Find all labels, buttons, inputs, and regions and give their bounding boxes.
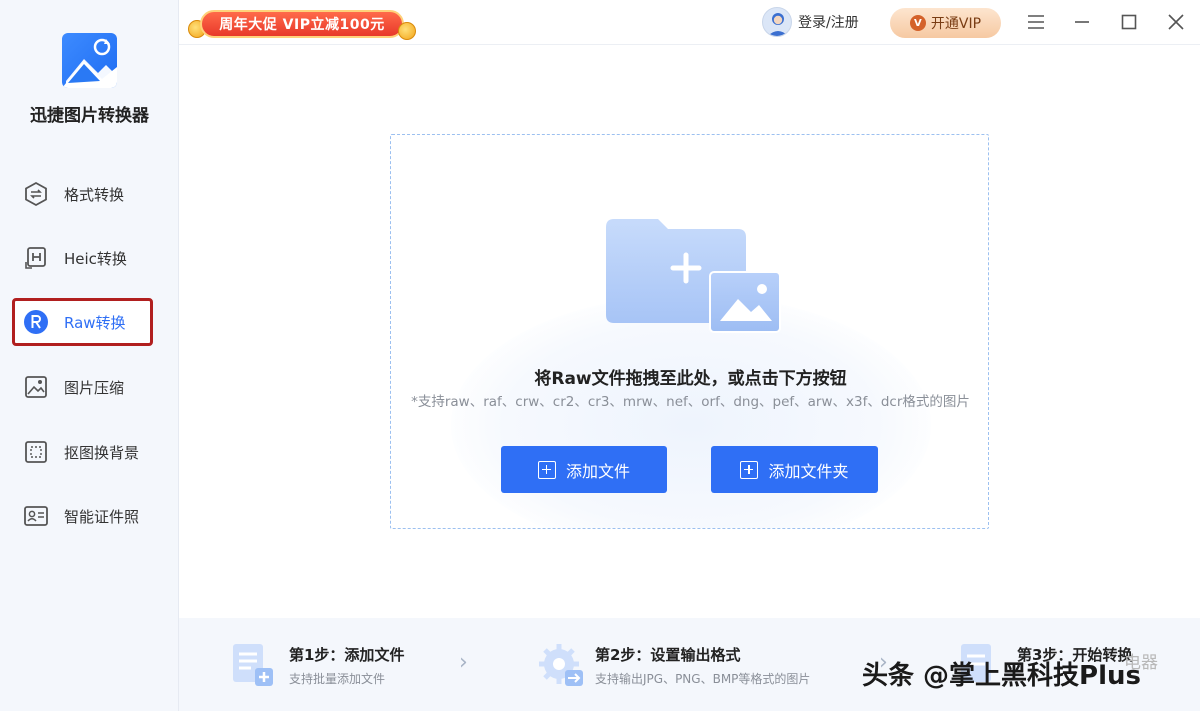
vip-button[interactable]: V 开通VIP: [890, 8, 1001, 38]
app-logo-icon: [62, 33, 117, 88]
step-1-title: 第1步：添加文件: [289, 646, 405, 664]
sidebar-item-label: 抠图换背景: [64, 443, 140, 462]
step-1-desc: 支持批量添加文件: [289, 672, 386, 686]
drop-zone[interactable]: 将Raw文件拖拽至此处，或点击下方按钮 *支持raw、raf、crw、cr2、c…: [390, 134, 989, 529]
vip-gem-icon: V: [909, 15, 926, 31]
sidebar-item-label: 智能证件照: [64, 507, 140, 526]
heic-icon: [22, 244, 50, 272]
sidebar-item-label: 图片压缩: [64, 378, 125, 397]
step-2: 第2步：设置输出格式 支持输出JPG、PNG、BMP等格式的图片: [537, 618, 847, 711]
sidebar-item-heic[interactable]: Heic转换: [12, 234, 168, 282]
step-1: 第1步：添加文件 支持批量添加文件: [231, 618, 491, 711]
promo-label: 周年大促 VIP立减100元: [200, 10, 404, 38]
add-file-button[interactable]: 添加文件: [501, 446, 667, 493]
step-2-desc: 支持输出JPG、PNG、BMP等格式的图片: [595, 672, 811, 686]
sidebar-item-format-convert[interactable]: 格式转换: [12, 170, 168, 218]
step-2-title: 第2步：设置输出格式: [595, 646, 741, 664]
login-button[interactable]: 登录/注册: [762, 7, 859, 37]
sidebar-item-label: Heic转换: [64, 249, 127, 268]
id-photo-icon: [22, 502, 50, 530]
sidebar-item-image-compress[interactable]: 图片压缩: [12, 363, 168, 411]
drop-zone-title: 将Raw文件拖拽至此处，或点击下方按钮: [534, 369, 847, 389]
watermark-text: 头条 @掌上黑科技Plus: [862, 661, 1142, 691]
settings-step-icon: [537, 642, 585, 692]
sidebar-item-id-photo[interactable]: 智能证件照: [12, 492, 168, 540]
vip-label: 开通VIP: [930, 16, 982, 32]
add-folder-button[interactable]: 添加文件夹: [711, 446, 878, 493]
maximize-icon[interactable]: [1118, 11, 1140, 33]
close-icon[interactable]: [1165, 11, 1187, 33]
sidebar-item-cutout[interactable]: 抠图换背景: [12, 428, 168, 476]
supported-formats-text: *支持raw、raf、crw、cr2、cr3、mrw、nef、orf、dng、p…: [411, 394, 970, 410]
coin-icon: [398, 22, 416, 40]
menu-icon[interactable]: [1025, 11, 1047, 33]
promo-banner[interactable]: 周年大促 VIP立减100元: [188, 8, 418, 40]
minimize-icon[interactable]: [1071, 11, 1093, 33]
sidebar: 迅捷图片转换器 格式转换 Heic转换 Raw转换 图片压缩 抠图换背景 智能证: [0, 0, 179, 711]
add-file-icon: [537, 460, 556, 479]
add-files-step-icon: [231, 642, 277, 692]
add-folder-icon: [740, 460, 759, 479]
format-convert-icon: [22, 180, 50, 208]
raw-icon: [22, 308, 50, 336]
add-file-label: 添加文件: [565, 461, 630, 481]
avatar: [762, 7, 792, 37]
app-name: 迅捷图片转换器: [30, 106, 149, 126]
add-folder-label: 添加文件夹: [768, 461, 849, 481]
image-compress-icon: [22, 373, 50, 401]
add-folder-illustration-icon: [606, 219, 781, 334]
sidebar-item-raw[interactable]: Raw转换: [12, 298, 153, 346]
cutout-icon: [22, 438, 50, 466]
sidebar-item-label: 格式转换: [64, 185, 125, 204]
sidebar-item-label: Raw转换: [64, 313, 126, 332]
login-label: 登录/注册: [798, 15, 859, 31]
chevron-right-icon: ›: [459, 650, 468, 675]
